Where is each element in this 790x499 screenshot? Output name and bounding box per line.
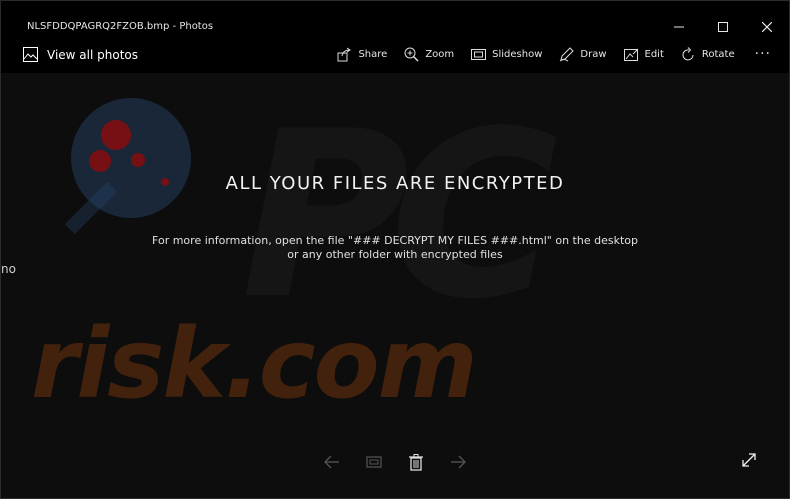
edit-icon [623, 48, 638, 61]
close-button[interactable] [745, 15, 789, 39]
toolbar: View all photos Share Zoom Slideshow Dra… [1, 39, 789, 73]
next-arrow-icon[interactable] [449, 453, 467, 471]
share-icon [337, 47, 352, 61]
slideshow-label: Slideshow [492, 48, 543, 60]
maximize-button[interactable] [701, 15, 745, 39]
window-controls [657, 15, 789, 39]
draw-icon [560, 46, 575, 61]
minimize-icon [674, 26, 684, 28]
slideshow-icon [471, 48, 487, 60]
delete-icon[interactable] [407, 453, 425, 471]
rotate-icon [682, 46, 694, 60]
fullscreen-button[interactable] [741, 452, 757, 472]
close-icon [762, 22, 772, 32]
rotate-label: Rotate [701, 48, 735, 60]
clipped-side-text: no [1, 262, 16, 276]
share-button[interactable]: Share [337, 47, 387, 62]
watermark-dot [89, 150, 111, 172]
filmstrip-icon[interactable] [365, 453, 383, 471]
zoom-icon [404, 47, 419, 62]
ransom-message: For more information, open the file "###… [1, 234, 789, 262]
edit-label: Edit [644, 48, 664, 60]
more-options-button[interactable]: ··· [755, 46, 771, 62]
watermark-dot [101, 120, 131, 150]
rotate-button[interactable]: Rotate [681, 46, 735, 62]
photo-navigation [1, 451, 789, 473]
view-all-photos-label: View all photos [47, 47, 138, 62]
share-label: Share [358, 48, 388, 60]
zoom-label: Zoom [425, 48, 455, 60]
photos-icon [23, 47, 38, 62]
maximize-icon [718, 22, 728, 32]
fullscreen-icon [742, 453, 756, 467]
minimize-button[interactable] [657, 15, 701, 39]
slideshow-button[interactable]: Slideshow [471, 47, 542, 62]
photo-viewer: PC risk.com no ALL YOUR FILES ARE ENCRYP… [1, 73, 789, 498]
watermark-risk: risk.com [31, 308, 478, 420]
edit-button[interactable]: Edit [623, 47, 664, 62]
photos-window: NLSFDDQPAGRQ2FZOB.bmp - Photos View all … [0, 0, 790, 499]
ransom-headline: ALL YOUR FILES ARE ENCRYPTED [225, 173, 565, 194]
window-title: NLSFDDQPAGRQ2FZOB.bmp - Photos [27, 21, 214, 32]
draw-button[interactable]: Draw [559, 46, 607, 62]
view-all-photos-button[interactable]: View all photos [23, 47, 138, 62]
ransom-message-line-2: or any other folder with encrypted files [287, 248, 503, 261]
draw-label: Draw [580, 48, 607, 60]
toolbar-actions: Share Zoom Slideshow Draw Edit Rotate ··… [320, 46, 771, 62]
zoom-button[interactable]: Zoom [404, 47, 454, 62]
watermark-dot [131, 153, 145, 167]
title-bar: NLSFDDQPAGRQ2FZOB.bmp - Photos [1, 1, 789, 39]
ransom-message-line-1: For more information, open the file "###… [152, 234, 638, 247]
previous-arrow-icon[interactable] [323, 453, 341, 471]
